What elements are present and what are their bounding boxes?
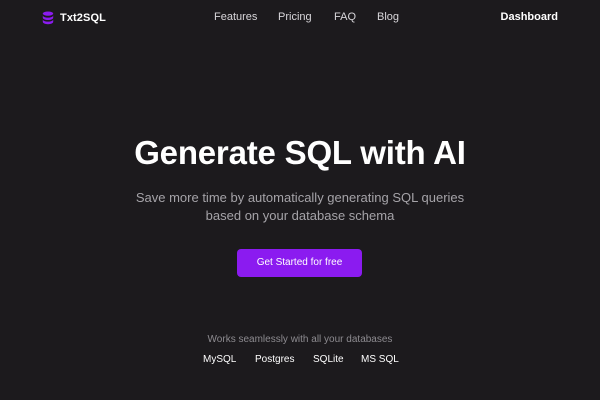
dashboard-link[interactable]: Dashboard xyxy=(501,11,558,23)
database-item-sqlite: SQLite xyxy=(313,354,344,365)
nav-link-faq[interactable]: FAQ xyxy=(334,11,356,23)
database-item-mysql: MySQL xyxy=(203,354,237,365)
landing-page: Txt2SQL Features Pricing FAQ Blog Dashbo… xyxy=(0,0,600,400)
hero-subtitle: Save more time by automatically generati… xyxy=(135,190,465,223)
database-support-text: Works seamlessly with all your databases xyxy=(207,334,393,345)
get-started-button[interactable]: Get Started for free xyxy=(237,249,362,277)
database-list: MySQL Postgres SQLite MS SQL xyxy=(0,354,600,368)
site-header: Txt2SQL Features Pricing FAQ Blog Dashbo… xyxy=(0,0,600,36)
database-item-mssql: MS SQL xyxy=(361,354,399,365)
nav-link-blog[interactable]: Blog xyxy=(377,11,399,23)
hero-title: Generate SQL with AI xyxy=(134,134,466,171)
database-item-postgres: Postgres xyxy=(255,354,295,365)
nav-link-pricing[interactable]: Pricing xyxy=(278,11,312,23)
nav-link-features[interactable]: Features xyxy=(214,11,257,23)
